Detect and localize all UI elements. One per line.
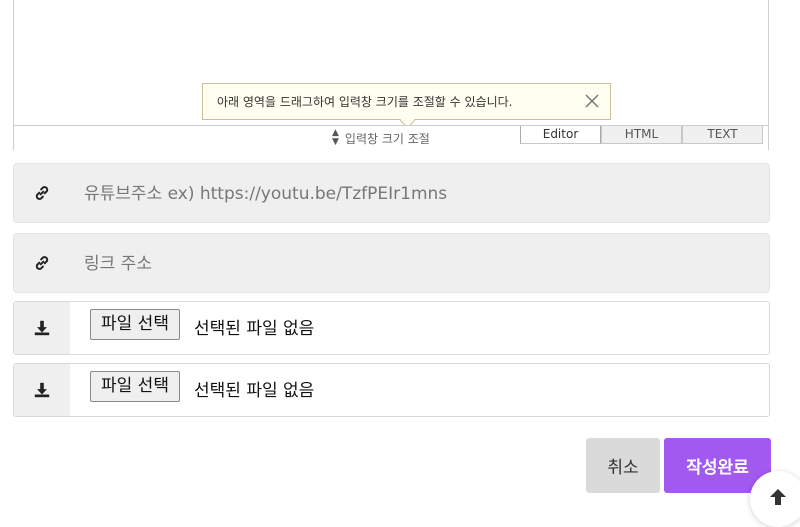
link-url-input[interactable]: [82, 248, 746, 280]
close-icon[interactable]: [584, 93, 600, 109]
resize-tooltip-text: 아래 영역을 드래그하여 입력창 크기를 조절할 수 있습니다.: [217, 95, 513, 109]
resize-tooltip: 아래 영역을 드래그하여 입력창 크기를 조절할 수 있습니다.: [202, 83, 611, 129]
file-select-button[interactable]: 파일 선택: [90, 371, 180, 402]
file-select-button[interactable]: 파일 선택: [90, 309, 180, 340]
file-status: 선택된 파일 없음: [194, 319, 315, 339]
arrow-up-icon: [770, 489, 786, 505]
file-row-2: 파일 선택 선택된 파일 없음: [13, 363, 770, 417]
resize-bar[interactable]: ▲ ▼ 입력창 크기 조절 Editor HTML TEXT: [14, 125, 768, 150]
cancel-button[interactable]: 취소: [586, 438, 660, 493]
resize-arrows-icon: ▲ ▼: [332, 128, 339, 147]
youtube-url-input[interactable]: [82, 178, 746, 210]
download-icon: [14, 364, 70, 416]
link-field: [13, 233, 770, 293]
file-status: 선택된 파일 없음: [194, 381, 315, 401]
tab-html[interactable]: HTML: [601, 126, 682, 144]
file-row-1: 파일 선택 선택된 파일 없음: [13, 301, 770, 355]
scroll-top-button[interactable]: [750, 471, 800, 527]
link-icon: [14, 234, 70, 292]
tab-editor[interactable]: Editor: [520, 126, 601, 144]
resize-handle[interactable]: ▲ ▼ 입력창 크기 조절: [332, 129, 430, 147]
download-icon: [14, 302, 70, 354]
resize-label: 입력창 크기 조절: [344, 131, 430, 146]
link-icon: [14, 164, 70, 222]
youtube-field: [13, 163, 770, 223]
editor: 아래 영역을 드래그하여 입력창 크기를 조절할 수 있습니다. ▲ ▼ 입력창 …: [13, 0, 769, 150]
editor-mode-tabs: Editor HTML TEXT: [520, 126, 763, 144]
tab-text[interactable]: TEXT: [682, 126, 763, 144]
